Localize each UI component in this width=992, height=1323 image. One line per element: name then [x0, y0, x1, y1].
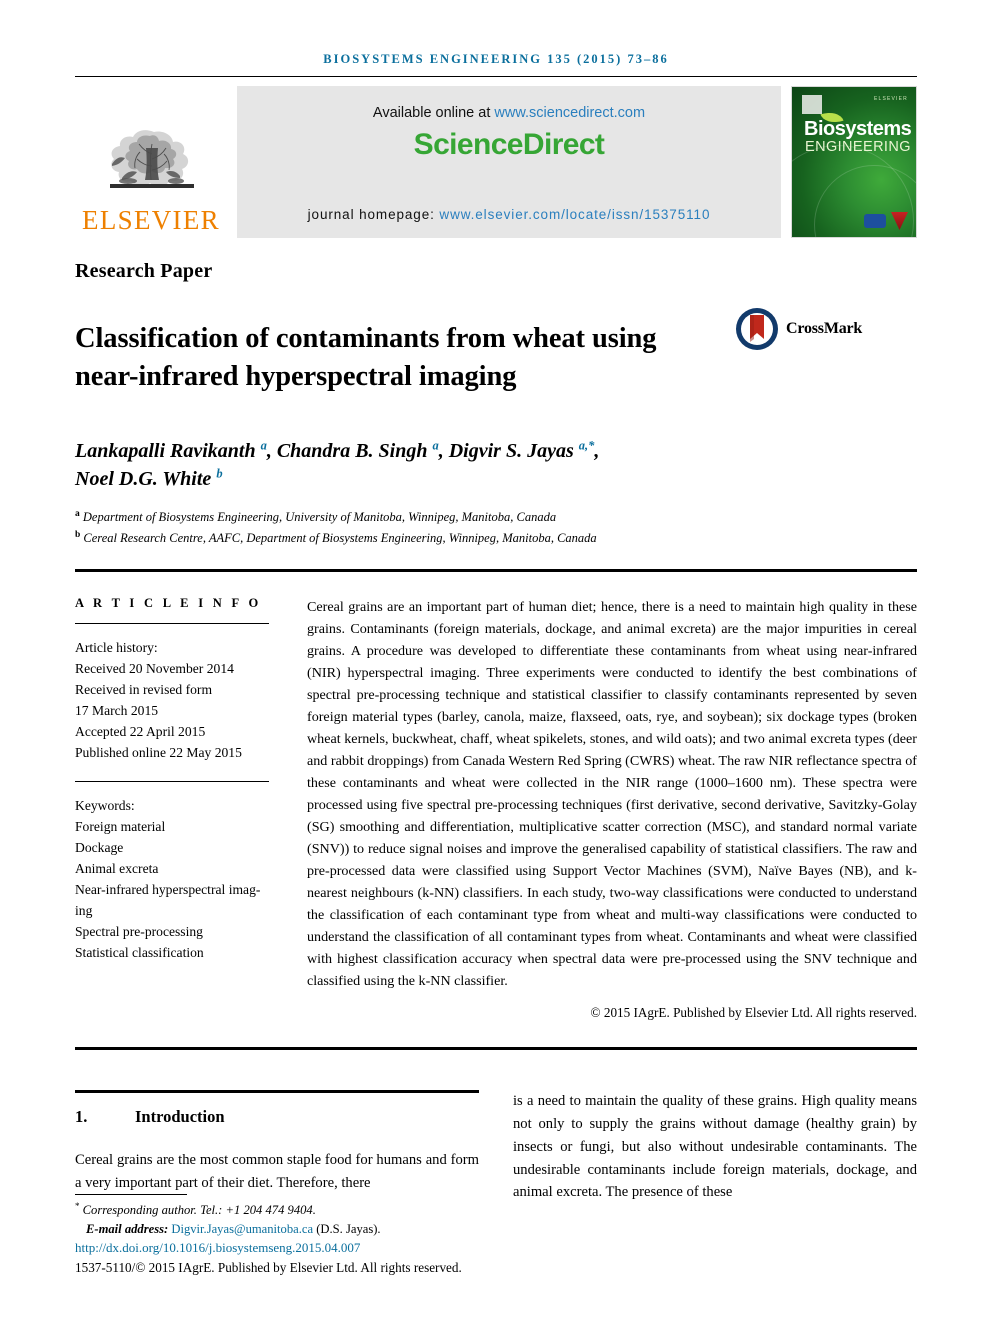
author-list: Lankapalli Ravikanth a, Chandra B. Singh…	[75, 437, 917, 494]
journal-homepage-link[interactable]: www.elsevier.com/locate/issn/15375110	[439, 207, 710, 222]
article-history-block: Article history: Received 20 November 20…	[75, 637, 269, 763]
paper-title-line2: near-infrared hyperspectral imaging	[75, 360, 517, 392]
page-footer: * Corresponding author. Tel.: +1 204 474…	[75, 1194, 515, 1277]
article-history-label: Article history:	[75, 639, 158, 655]
author-name: Noel D.G. White	[75, 468, 217, 491]
cover-corner-text: ELSEVIER	[873, 96, 908, 102]
title-row: Classification of contaminants from whea…	[75, 301, 917, 415]
journal-homepage-label: journal homepage:	[307, 207, 440, 222]
page-title: Classification of contaminants from whea…	[75, 320, 735, 396]
crossmark-badge[interactable]: CrossMark	[735, 307, 862, 351]
abstract-bottom-rule	[75, 1047, 917, 1051]
footnote-rule	[75, 1194, 187, 1196]
sciencedirect-panel: Available online at www.sciencedirect.co…	[237, 86, 781, 238]
crossmark-icon	[736, 308, 778, 350]
cover-badge-blue-icon	[864, 214, 886, 228]
affiliation-list: a Department of Biosystems Engineering, …	[75, 507, 917, 549]
paper-title-line1: Classification of contaminants from whea…	[75, 323, 657, 355]
body-column-right: is a need to maintain the quality of the…	[513, 1090, 917, 1204]
keyword-item: Dockage	[75, 840, 124, 856]
doi-link[interactable]: http://dx.doi.org/10.1016/j.biosystemsen…	[75, 1240, 360, 1255]
journal-cover-thumbnail: ELSEVIER Biosystems ENGINEERING	[791, 86, 917, 238]
sciencedirect-word-direct: Direct	[522, 128, 605, 161]
author-separator: ,	[266, 439, 277, 462]
keyword-item: Statistical classification	[75, 945, 204, 961]
author-name: Lankapalli Ravikanth	[75, 439, 261, 462]
sciencedirect-word-science: Science	[413, 128, 524, 161]
elsevier-tree-icon	[110, 130, 194, 188]
keyword-item: Near-infrared hyperspectral imag-	[75, 882, 261, 898]
body-paragraph: Cereal grains are the most common staple…	[75, 1152, 479, 1192]
affiliation-mark: a	[75, 508, 80, 519]
author-name: Chandra B. Singh	[276, 439, 433, 462]
elsevier-logo: ELSEVIER	[75, 86, 227, 238]
masthead: ELSEVIER Available online at www.science…	[75, 86, 917, 238]
available-online-label: Available online at	[372, 105, 495, 121]
info-and-abstract: A R T I C L E I N F O Article history: R…	[75, 596, 917, 1022]
keywords-block: Keywords: Foreign material Dockage Anima…	[75, 795, 269, 964]
journal-homepage-line: journal homepage: www.elsevier.com/locat…	[237, 207, 781, 222]
corresponding-author-text: Corresponding author. Tel.: +1 204 474 9…	[82, 1203, 316, 1218]
article-history-item: 17 March 2015	[75, 702, 159, 718]
keyword-item: Foreign material	[75, 819, 166, 834]
masthead-top-rule	[75, 76, 917, 77]
abstract-text: Cereal grains are an important part of h…	[307, 598, 917, 990]
keywords-rule	[75, 780, 269, 782]
abstract-top-rule	[75, 568, 917, 572]
sciencedirect-url-link[interactable]: www.sciencedirect.com	[494, 105, 645, 121]
author-affiliation-mark: a,*	[578, 438, 595, 453]
cover-title-line2: ENGINEERING	[805, 139, 911, 155]
cover-title-line1: Biosystems	[804, 118, 912, 140]
author-separator: ,	[438, 439, 449, 462]
abstract-top-rule-wrap	[75, 568, 917, 572]
copyright-line: © 2015 IAgrE. Published by Elsevier Ltd.…	[590, 1005, 917, 1021]
section-title: Introduction	[135, 1107, 225, 1127]
section-number: 1.	[75, 1107, 88, 1127]
section-top-rule	[75, 1090, 479, 1094]
author-affiliation-mark: b	[216, 466, 223, 481]
issn-copyright-line: 1537-5110/© 2015 IAgrE. Published by Els…	[75, 1259, 462, 1275]
article-info-rule	[75, 622, 269, 624]
section-heading: 1. Introduction	[75, 1107, 479, 1127]
paper-type-label: Research Paper	[75, 260, 213, 282]
journal-article-page: BIOSYSTEMS ENGINEERING 135 (2015) 73–86	[0, 0, 992, 1323]
affiliation-mark: b	[75, 529, 81, 540]
doi-line: http://dx.doi.org/10.1016/j.biosystemsen…	[75, 1239, 515, 1258]
corresponding-author-note: * Corresponding author. Tel.: +1 204 474…	[75, 1200, 515, 1220]
body-column-left: 1. Introduction Cereal grains are the mo…	[75, 1090, 479, 1204]
sciencedirect-wordmark: ScienceDirect	[414, 128, 605, 162]
elsevier-wordmark: ELSEVIER	[82, 205, 220, 235]
keyword-item: ing	[75, 903, 93, 919]
email-link[interactable]: Digvir.Jayas@umanitoba.ca	[171, 1222, 313, 1236]
body-columns: 1. Introduction Cereal grains are the mo…	[75, 1090, 917, 1204]
body-paragraph: is a need to maintain the quality of the…	[513, 1093, 917, 1201]
affiliation-item: b Cereal Research Centre, AAFC, Departme…	[75, 528, 917, 549]
keywords-label: Keywords:	[75, 797, 135, 813]
article-history-item: Received 20 November 2014	[75, 660, 234, 676]
article-info-heading: A R T I C L E I N F O	[75, 595, 262, 610]
abstract-column: Cereal grains are an important part of h…	[307, 596, 917, 1022]
email-label: E-mail address:	[86, 1222, 172, 1237]
keyword-item: Animal excreta	[75, 861, 159, 877]
affiliation-item: a Department of Biosystems Engineering, …	[75, 507, 917, 528]
article-info-column: A R T I C L E I N F O Article history: R…	[75, 596, 307, 1022]
author-separator: ,	[594, 439, 600, 462]
article-header: Research Paper Classification of contami…	[75, 260, 917, 549]
abstract-bottom-rule-wrap	[75, 1047, 917, 1051]
article-history-item: Accepted 22 April 2015	[75, 723, 206, 739]
keyword-item: Spectral pre-processing	[75, 924, 203, 940]
affiliation-text: Cereal Research Centre, AAFC, Department…	[83, 530, 597, 545]
available-online-line: Available online at www.sciencedirect.co…	[373, 105, 645, 121]
running-head: BIOSYSTEMS ENGINEERING 135 (2015) 73–86	[323, 52, 669, 66]
affiliation-text: Department of Biosystems Engineering, Un…	[82, 509, 557, 524]
author-name: Digvir S. Jayas	[448, 439, 579, 462]
email-note: E-mail address: Digvir.Jayas@umanitoba.c…	[75, 1220, 515, 1239]
article-history-item: Received in revised form	[75, 681, 213, 697]
crossmark-label: CrossMark	[786, 320, 863, 337]
email-suffix: (D.S. Jayas).	[313, 1222, 381, 1237]
cover-elsevier-badge-icon	[802, 95, 822, 114]
corresponding-author-star: *	[75, 1201, 80, 1212]
article-history-item: Published online 22 May 2015	[75, 744, 242, 760]
